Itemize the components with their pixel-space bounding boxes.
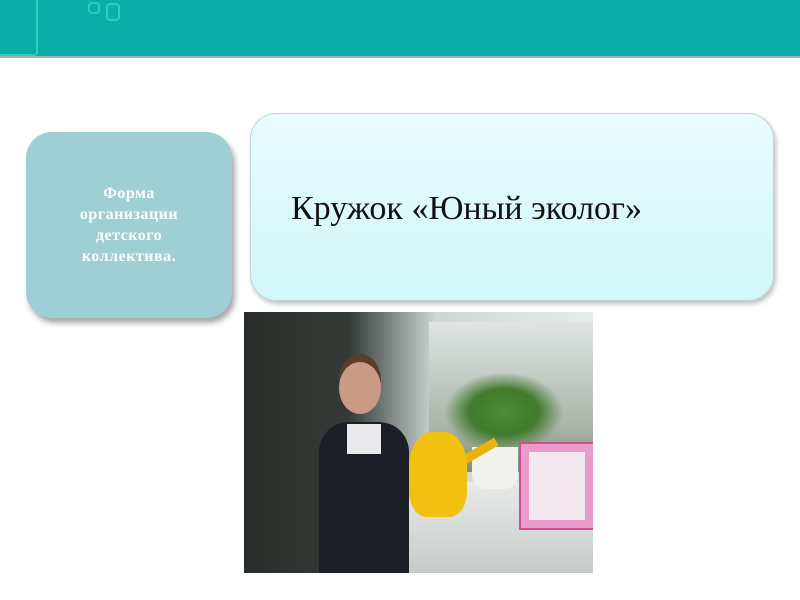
photo-plant: [444, 372, 564, 452]
photo-watering-can: [409, 432, 467, 517]
decor-shape: [88, 2, 100, 14]
slide-header-bar: [0, 0, 800, 58]
photo-girl-head: [339, 362, 381, 414]
photo-girl-watering-plant: [244, 312, 593, 573]
photo-girl-collar: [347, 424, 381, 454]
club-title-box: Кружок «Юный эколог»: [250, 113, 774, 301]
decor-shape: [0, 0, 38, 56]
club-title: Кружок «Юный эколог»: [291, 190, 642, 227]
form-organization-box: Форма организации детского коллектива.: [26, 132, 232, 318]
decor-shape: [106, 3, 120, 21]
photo-picture-frame: [519, 442, 593, 530]
form-organization-text: Форма организации детского коллектива.: [79, 185, 179, 265]
